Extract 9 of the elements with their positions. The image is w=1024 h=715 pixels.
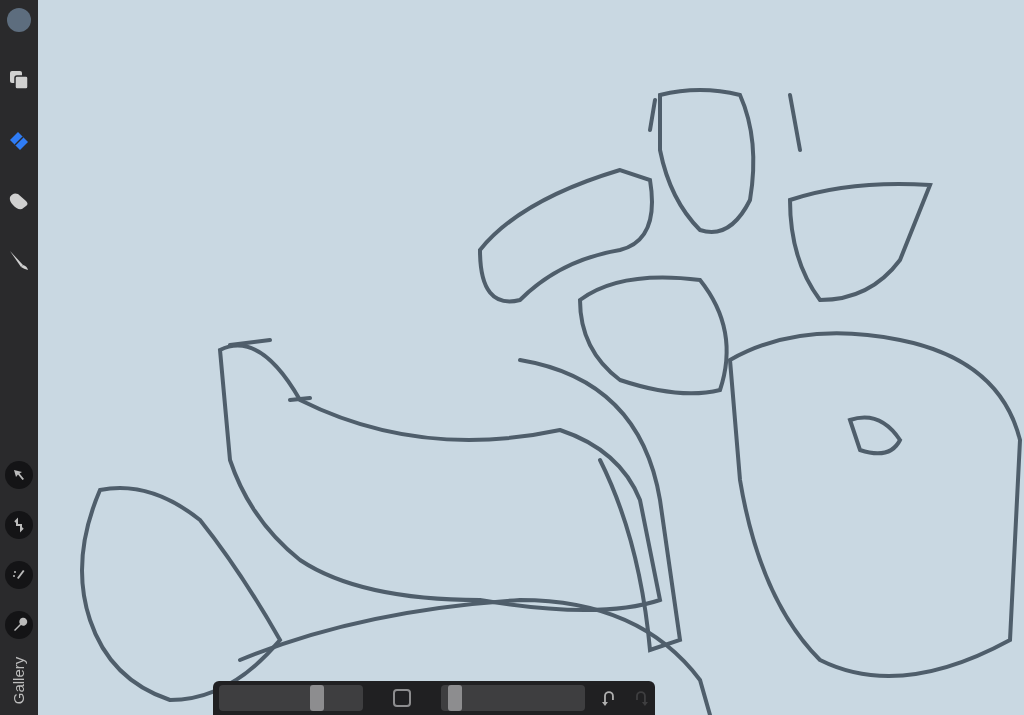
color-swatch[interactable]: [7, 8, 31, 32]
opacity-slider[interactable]: [441, 685, 586, 711]
slider-thumb[interactable]: [310, 685, 325, 711]
gallery-link[interactable]: Gallery: [10, 656, 28, 704]
layers-icon[interactable]: [7, 68, 31, 92]
cursor-icon[interactable]: [5, 461, 33, 489]
brush-size-slider[interactable]: [219, 685, 364, 711]
square-icon[interactable]: [393, 689, 412, 707]
slider-thumb[interactable]: [447, 685, 462, 711]
